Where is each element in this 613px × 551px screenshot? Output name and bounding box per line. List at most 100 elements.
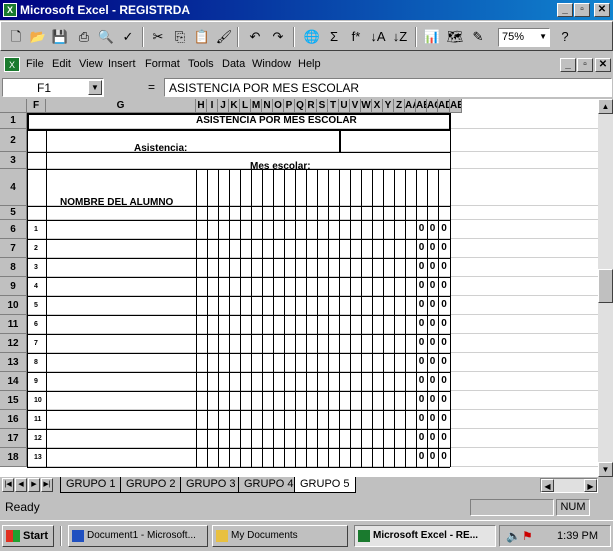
sheet-tab-grupo-1[interactable]: GRUPO 1 [60, 477, 122, 493]
row-header[interactable]: 17 [0, 429, 27, 448]
column-header[interactable]: O [273, 99, 284, 113]
row-header[interactable]: 15 [0, 391, 27, 410]
column-header[interactable]: AA [405, 99, 416, 113]
chevron-down-icon[interactable]: ▼ [539, 32, 547, 41]
horizontal-scrollbar[interactable]: ◀ ▶ [540, 478, 598, 493]
column-header[interactable]: AB [416, 99, 427, 113]
column-header[interactable]: Z [394, 99, 405, 113]
print-icon[interactable]: ⎙ [73, 26, 95, 48]
sort-descending-icon[interactable]: ↓Z [389, 26, 411, 48]
taskbar-my-documents[interactable]: My Documents [212, 525, 348, 547]
column-header[interactable]: Q [295, 99, 306, 113]
sheet-tab-grupo-4[interactable]: GRUPO 4 [238, 477, 300, 493]
column-header[interactable]: J [218, 99, 229, 113]
row-header[interactable]: 10 [0, 296, 27, 315]
column-header[interactable]: T [328, 99, 339, 113]
last-sheet-button[interactable]: ▶| [41, 478, 53, 492]
column-header[interactable]: W [361, 99, 372, 113]
sheet-tab-grupo-3[interactable]: GRUPO 3 [180, 477, 242, 493]
row-header[interactable]: 8 [0, 258, 27, 277]
row-header[interactable]: 13 [0, 353, 27, 372]
sheet-tab-grupo-2[interactable]: GRUPO 2 [120, 477, 182, 493]
row-header[interactable]: 14 [0, 372, 27, 391]
column-header[interactable]: U [339, 99, 350, 113]
column-header[interactable]: G [46, 99, 196, 113]
paste-function-icon[interactable]: f* [345, 26, 367, 48]
column-header[interactable]: V [350, 99, 361, 113]
row-header[interactable]: 7 [0, 239, 27, 258]
menu-window[interactable]: Window [252, 58, 291, 70]
column-header[interactable]: AD [438, 99, 450, 113]
copy-icon[interactable]: ⎘ [169, 26, 191, 48]
menu-help[interactable]: Help [298, 58, 321, 70]
select-all-corner[interactable] [0, 99, 27, 113]
vertical-scroll-thumb[interactable] [598, 269, 613, 303]
map-icon[interactable]: 🗺 [444, 26, 466, 48]
name-box[interactable]: F1 ▼ [2, 78, 104, 97]
workbook-icon[interactable]: X [4, 57, 20, 72]
taskbar-excel[interactable]: Microsoft Excel - RE... [354, 525, 496, 547]
column-header[interactable]: M [251, 99, 262, 113]
excel-app-icon[interactable]: X [3, 3, 17, 17]
scroll-left-button[interactable]: ◀ [541, 479, 554, 492]
prev-sheet-button[interactable]: ◀ [15, 478, 27, 492]
menu-data[interactable]: Data [222, 58, 245, 70]
column-header[interactable]: S [317, 99, 328, 113]
column-header[interactable]: N [262, 99, 273, 113]
drawing-icon[interactable]: ✎ [467, 26, 489, 48]
next-sheet-button[interactable]: ▶ [28, 478, 40, 492]
scroll-down-button[interactable]: ▼ [598, 462, 613, 477]
speaker-icon[interactable]: 🔈 [506, 529, 521, 543]
minimize-button[interactable]: _ [557, 3, 573, 17]
office-assistant-icon[interactable]: ? [554, 26, 576, 48]
new-file-icon[interactable]: 🗋 [5, 26, 27, 48]
row-header[interactable]: 5 [0, 206, 27, 220]
first-sheet-button[interactable]: |◀ [2, 478, 14, 492]
row-header[interactable]: 6 [0, 220, 27, 239]
sort-ascending-icon[interactable]: ↓A [367, 26, 389, 48]
column-header[interactable]: AE [450, 99, 462, 113]
autosum-icon[interactable]: Σ [323, 26, 345, 48]
taskbar-word-document[interactable]: Document1 - Microsoft... [68, 525, 208, 547]
edit-formula-button[interactable]: = [148, 80, 155, 94]
row-header[interactable]: 12 [0, 334, 27, 353]
column-header[interactable]: H [196, 99, 207, 113]
row-header[interactable]: 1 [0, 113, 27, 129]
column-header[interactable]: F [27, 99, 46, 113]
vertical-scrollbar[interactable]: ▲ ▼ [598, 99, 613, 477]
start-button[interactable]: Start [2, 525, 54, 547]
row-header[interactable]: 9 [0, 277, 27, 296]
row-header[interactable]: 18 [0, 448, 27, 467]
menu-view[interactable]: View [79, 58, 103, 70]
format-painter-icon[interactable]: 🖌 [213, 26, 235, 48]
paste-icon[interactable]: 📋 [191, 26, 213, 48]
menu-file[interactable]: File [26, 58, 44, 70]
menu-insert[interactable]: Insert [108, 58, 136, 70]
column-header[interactable]: R [306, 99, 317, 113]
hyperlink-icon[interactable]: 🌐 [301, 26, 323, 48]
row-header[interactable]: 3 [0, 152, 27, 169]
open-folder-icon[interactable]: 📂 [27, 26, 49, 48]
maximize-button[interactable]: ▫ [574, 3, 590, 17]
chart-wizard-icon[interactable]: 📊 [421, 26, 443, 48]
redo-icon[interactable]: ↷ [267, 26, 289, 48]
menu-edit[interactable]: Edit [52, 58, 71, 70]
cut-icon[interactable]: ✂ [147, 26, 169, 48]
spelling-icon[interactable]: ✓ [117, 26, 139, 48]
sheet-tab-grupo-5[interactable]: GRUPO 5 [294, 477, 356, 493]
close-button[interactable]: ✕ [594, 3, 610, 17]
column-header[interactable]: AC [427, 99, 438, 113]
workbook-restore-button[interactable]: ▫ [577, 58, 593, 72]
menu-tools[interactable]: Tools [188, 58, 214, 70]
column-header[interactable]: X [372, 99, 383, 113]
column-header[interactable]: P [284, 99, 295, 113]
formula-input[interactable]: ASISTENCIA POR MES ESCOLAR [164, 78, 612, 97]
worksheet-grid[interactable]: FGHIJKLMNOPQRSTUVWXYZAAABACADAE 12345678… [0, 99, 598, 477]
print-preview-icon[interactable]: 🔍 [95, 26, 117, 48]
network-icon[interactable]: ⚑ [522, 529, 536, 543]
column-header[interactable]: Y [383, 99, 394, 113]
row-header[interactable]: 2 [0, 129, 27, 152]
menu-format[interactable]: Format [145, 58, 180, 70]
row-header[interactable]: 16 [0, 410, 27, 429]
row-header[interactable]: 11 [0, 315, 27, 334]
